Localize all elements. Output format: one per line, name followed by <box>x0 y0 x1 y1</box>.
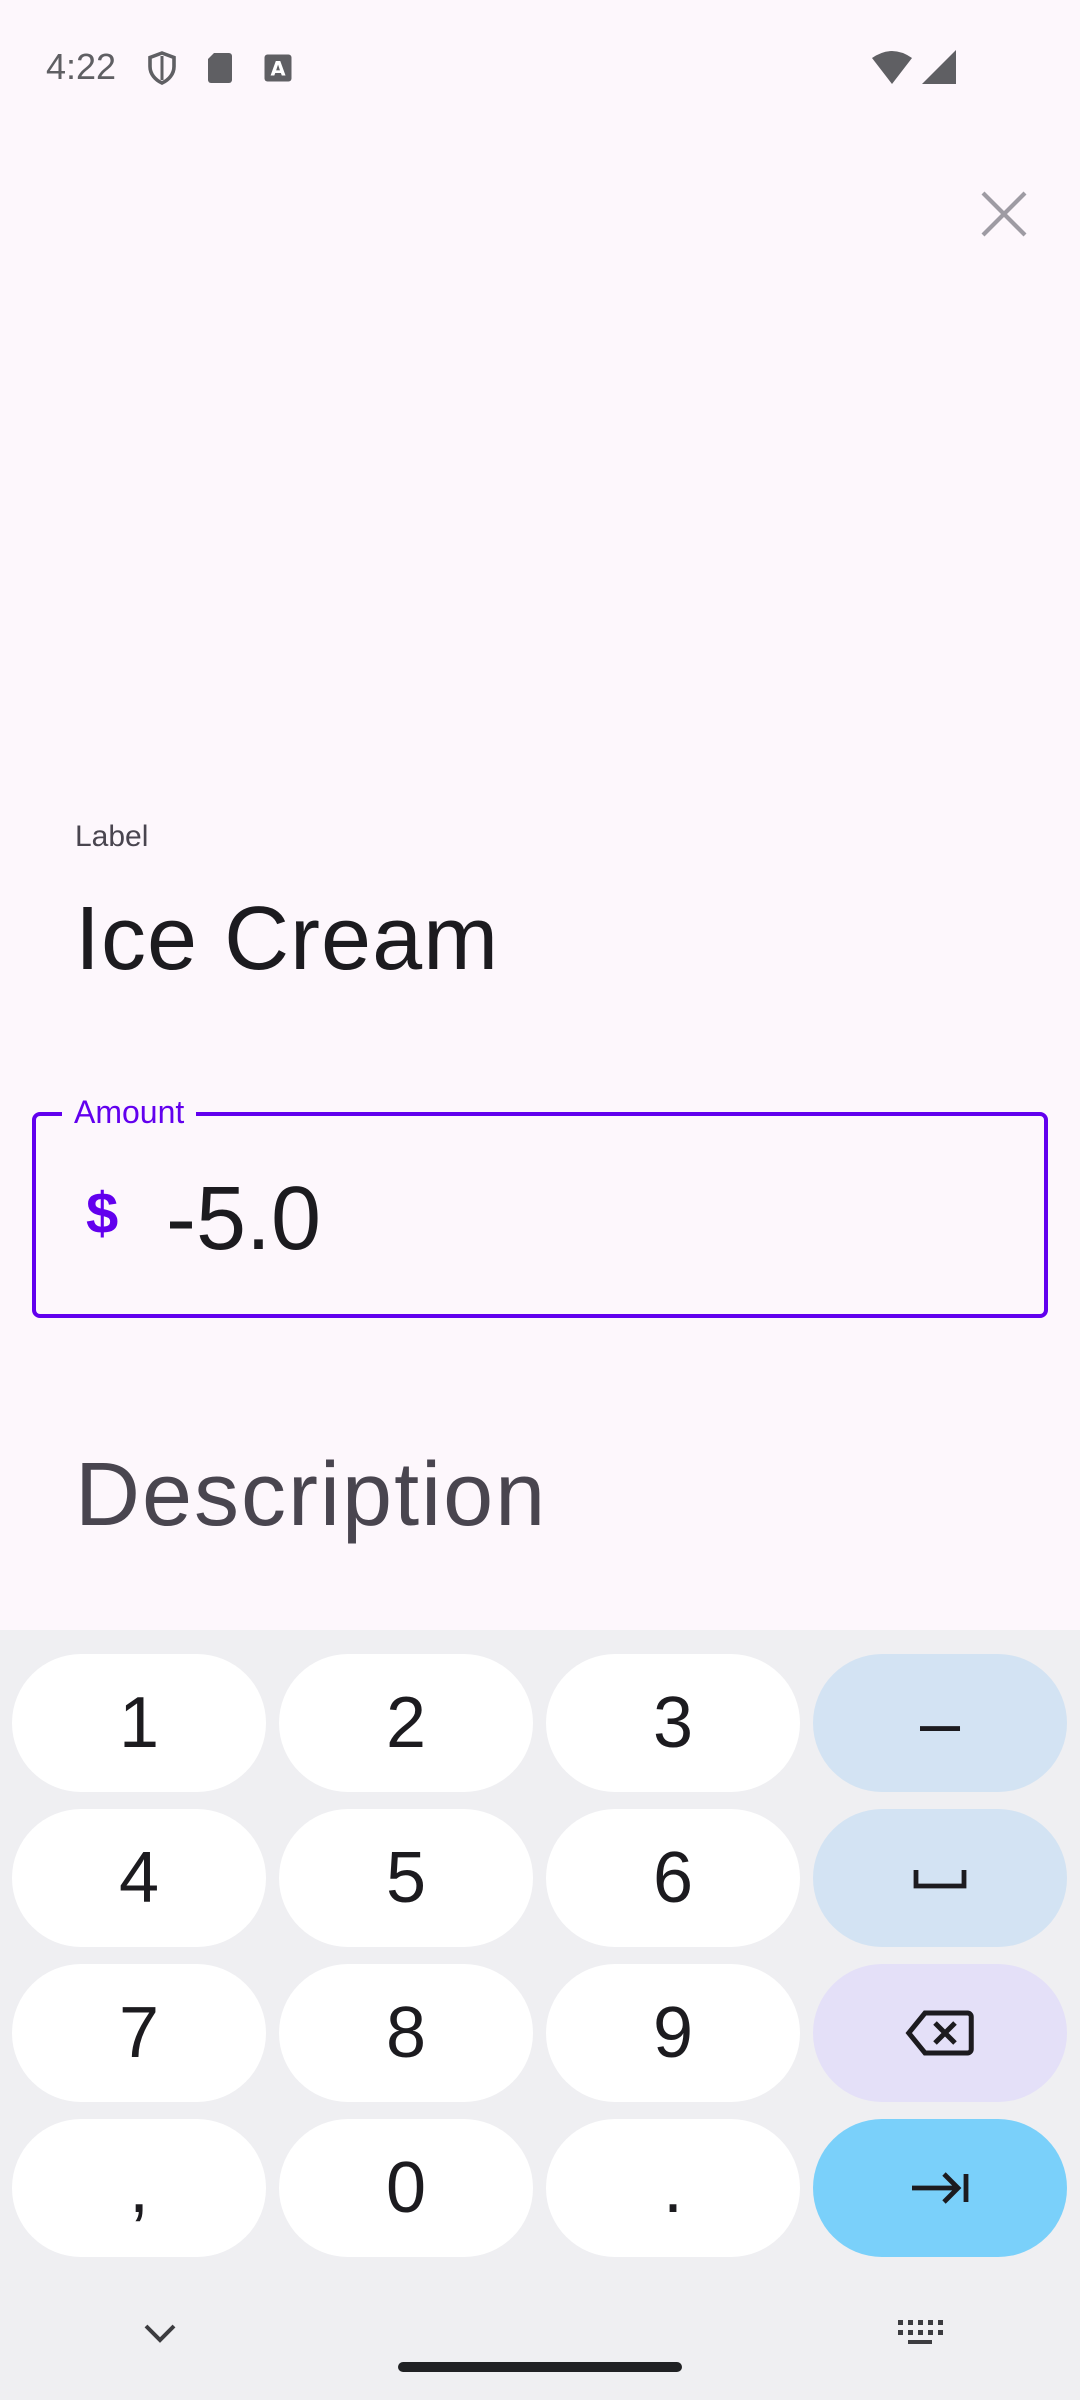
status-right-icons <box>872 50 956 84</box>
key-1[interactable]: 1 <box>12 1654 266 1792</box>
description-field[interactable]: Description <box>75 1444 547 1547</box>
status-bar: 4:22 A <box>0 0 1080 140</box>
amount-label: Amount <box>62 1094 197 1131</box>
backspace-icon <box>905 2010 974 2056</box>
key-2[interactable]: 2 <box>279 1654 533 1792</box>
key-3[interactable]: 3 <box>546 1654 800 1792</box>
key-backspace[interactable] <box>813 1964 1067 2102</box>
key-next[interactable] <box>813 2119 1067 2257</box>
key-space[interactable] <box>813 1809 1067 1947</box>
close-icon <box>981 191 1027 237</box>
svg-text:A: A <box>270 58 285 81</box>
key-period[interactable]: . <box>546 2119 800 2257</box>
shield-icon <box>148 51 176 85</box>
chevron-down-icon[interactable] <box>140 2318 180 2346</box>
close-button[interactable] <box>962 172 1046 256</box>
key-5[interactable]: 5 <box>279 1809 533 1947</box>
space-icon <box>913 1870 967 1889</box>
key-minus[interactable]: – <box>813 1654 1067 1792</box>
a-box-icon: A <box>264 54 292 82</box>
key-0[interactable]: 0 <box>279 2119 533 2257</box>
key-4[interactable]: 4 <box>12 1809 266 1947</box>
key-8[interactable]: 8 <box>279 1964 533 2102</box>
key-9[interactable]: 9 <box>546 1964 800 2102</box>
numeric-keyboard: 1 2 3 – 4 5 6 7 8 9 , 0 . <box>0 1630 1080 2400</box>
status-time: 4:22 <box>46 46 117 87</box>
keyboard-icon[interactable] <box>896 2316 944 2346</box>
currency-prefix: $ <box>86 1181 119 1246</box>
signal-icon <box>922 50 956 84</box>
key-6[interactable]: 6 <box>546 1809 800 1947</box>
tab-icon <box>912 2172 969 2204</box>
key-7[interactable]: 7 <box>12 1964 266 2102</box>
label-value[interactable]: Ice Cream <box>75 888 499 991</box>
label-caption: Label <box>75 820 149 853</box>
sd-card-icon <box>208 53 232 83</box>
wifi-icon <box>872 51 912 84</box>
key-comma[interactable]: , <box>12 2119 266 2257</box>
amount-input[interactable]: -5.0 <box>166 1168 321 1271</box>
home-indicator[interactable] <box>398 2362 682 2372</box>
